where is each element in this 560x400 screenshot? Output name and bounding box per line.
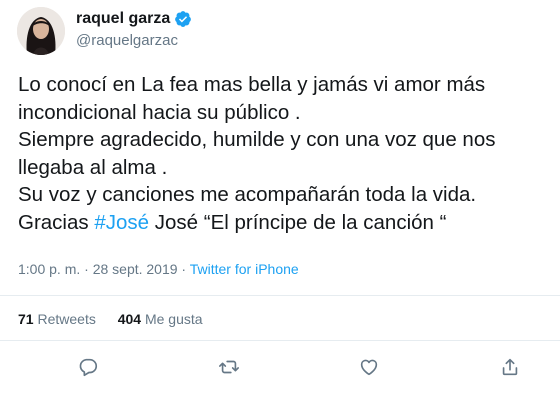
tweet-meta: 1:00 p. m. · 28 sept. 2019 · Twitter for… (18, 261, 299, 277)
hashtag-link[interactable]: #José (94, 211, 149, 234)
like-icon (360, 359, 378, 376)
tweet-line: incondicional hacia su público . (18, 100, 301, 124)
retweets-count: 71 (18, 311, 34, 327)
tweet-text-prefix: Gracias (18, 210, 95, 234)
retweet-button[interactable] (216, 354, 242, 380)
tweet-line: llegaba al alma . (18, 155, 168, 179)
verified-badge-icon (174, 10, 192, 28)
tweet-line-last: Gracias #José José “El príncipe de la ca… (18, 209, 548, 237)
avatar[interactable] (17, 7, 65, 55)
reply-icon (79, 358, 98, 377)
author-handle[interactable]: @raquelgarzac (76, 32, 178, 49)
retweet-icon (219, 360, 239, 374)
tweet-line: Lo conocí en La fea mas bella y jamás vi… (18, 73, 486, 96)
reply-button[interactable] (75, 354, 101, 380)
share-button[interactable] (497, 354, 523, 380)
tweet-card: raquel garza @raquelgarzac Lo conocí en … (0, 0, 560, 400)
divider (0, 340, 560, 341)
author-name[interactable]: raquel garza (76, 10, 192, 28)
tweet-line: Su voz y canciones me acompañarán toda l… (18, 183, 477, 206)
tweet-line: Siempre agradecido, humilde y con una vo… (18, 128, 496, 151)
retweets-stat[interactable]: 71 Retweets (18, 311, 96, 327)
timestamp[interactable]: 1:00 p. m. · 28 sept. 2019 · (18, 261, 190, 277)
likes-count: 404 (117, 311, 142, 327)
author-name-text[interactable]: raquel garza (76, 10, 170, 28)
like-button[interactable] (356, 354, 382, 380)
likes-stat[interactable]: 404 Me gusta (118, 311, 203, 327)
action-bar (0, 352, 560, 382)
divider (0, 295, 560, 296)
share-icon (502, 358, 518, 376)
likes-label: Me gusta (144, 311, 203, 327)
tweet-text: Lo conocí en La fea mas bella y jamás vi… (18, 71, 548, 236)
tweet-text-suffix: José “El príncipe de la canción “ (149, 210, 447, 234)
tweet-stats: 71 Retweets 404 Me gusta (18, 311, 221, 327)
source-link[interactable]: Twitter for iPhone (190, 261, 299, 277)
retweets-label: Retweets (37, 311, 96, 327)
